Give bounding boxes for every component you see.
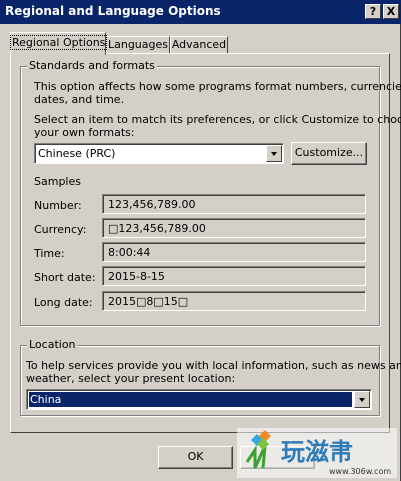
format-select[interactable]: Chinese (PRC): [34, 143, 284, 164]
close-button[interactable]: X: [383, 4, 399, 19]
samples-heading: Samples: [34, 175, 81, 188]
svg-text:玩滋帇: 玩滋帇: [281, 438, 353, 466]
standards-description-line-1: This option affects how some programs fo…: [34, 80, 401, 93]
tab-advanced[interactable]: Advanced: [170, 36, 228, 54]
tab-languages[interactable]: Languages: [106, 36, 170, 54]
location-description-line-1: To help services provide you with local …: [26, 359, 401, 372]
format-select-value: Chinese (PRC): [38, 147, 116, 160]
watermark-logo-icon: 玩滋帇 www.306w.com: [237, 428, 397, 478]
sample-label-currency: Currency:: [34, 223, 87, 236]
window-title: Regional and Language Options: [5, 4, 221, 18]
help-button[interactable]: ?: [365, 4, 381, 19]
standards-instruction-line-2: your own formats:: [34, 126, 135, 139]
customize-button[interactable]: Customize...: [291, 142, 367, 165]
sample-value-short-date: 2015-8-15: [102, 266, 366, 286]
location-group: Location To help services provide you wi…: [20, 338, 401, 416]
ok-button[interactable]: OK: [158, 446, 233, 469]
standards-instruction-line-1: Select an item to match its preferences,…: [34, 113, 401, 126]
sample-label-time: Time:: [34, 247, 65, 260]
sample-label-long-date: Long date:: [34, 296, 93, 309]
dialog-window: Regional and Language Options ? X Region…: [0, 0, 401, 481]
format-dropdown-arrow-icon[interactable]: [266, 145, 282, 162]
location-select-value: China: [28, 391, 353, 408]
location-description-line-2: weather, select your present location:: [26, 372, 236, 385]
tab-regional-options[interactable]: Regional Options: [9, 32, 108, 55]
sample-value-time: 8:00:44: [102, 242, 366, 262]
standards-group: Standards and formats This option affect…: [20, 59, 401, 326]
tab-panel: Standards and formats This option affect…: [10, 53, 401, 433]
tab-strip: Regional Options Languages Advanced: [9, 32, 390, 55]
location-dropdown-arrow-icon[interactable]: [354, 391, 370, 408]
standards-group-title: Standards and formats: [27, 59, 157, 72]
sample-value-number: 123,456,789.00: [102, 194, 366, 214]
svg-text:www.306w.com: www.306w.com: [329, 467, 391, 476]
site-watermark: 玩滋帇 www.306w.com: [237, 428, 397, 478]
sample-value-long-date: 2015□8□15□: [102, 291, 366, 311]
title-bar[interactable]: Regional and Language Options ? X: [0, 0, 401, 24]
standards-description-line-2: dates, and time.: [34, 93, 125, 106]
sample-label-short-date: Short date:: [34, 271, 96, 284]
location-group-title: Location: [27, 338, 78, 351]
sample-label-number: Number:: [34, 199, 82, 212]
location-select[interactable]: China: [26, 389, 372, 410]
sample-value-currency: □123,456,789.00: [102, 218, 366, 238]
